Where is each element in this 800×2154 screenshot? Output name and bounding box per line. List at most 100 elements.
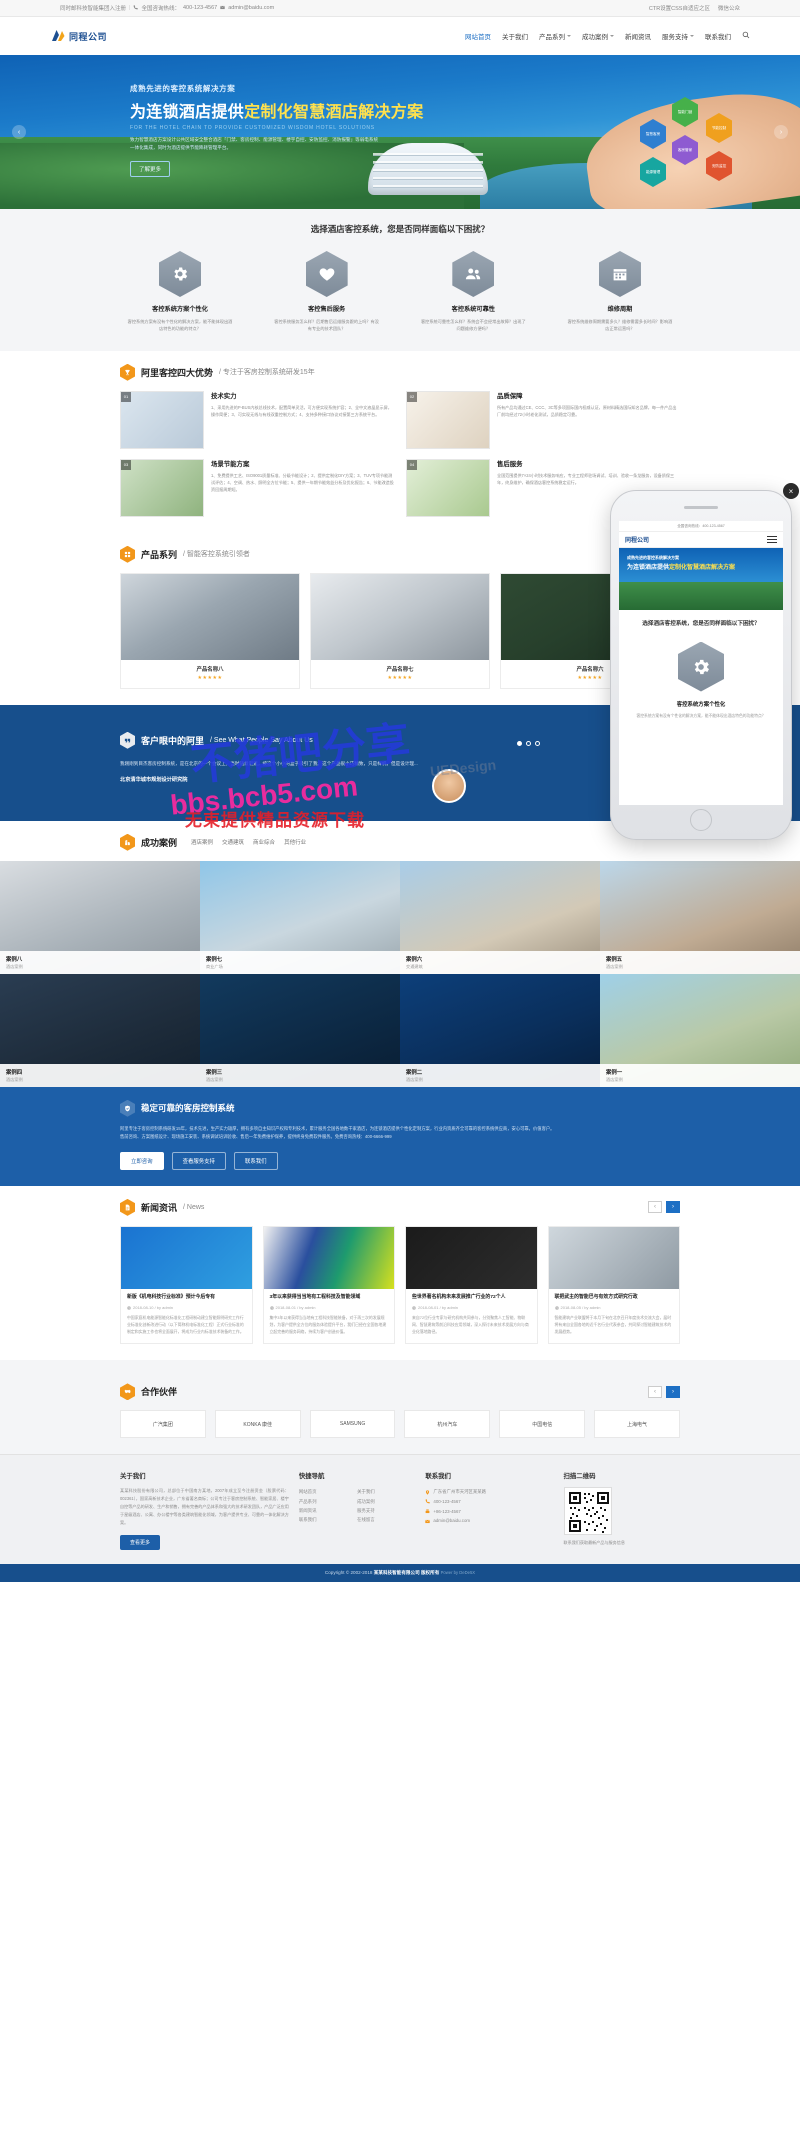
partners-title: 合作伙伴: [141, 1387, 178, 1398]
pain-item-1[interactable]: 客控售后服务 客控系统服务怎么样？后期售后运维服务跟的上吗？有没有专业的技术团队…: [267, 251, 387, 333]
footer-link-5[interactable]: 服务支持: [357, 1506, 415, 1515]
phone-home-button[interactable]: [690, 809, 712, 831]
advantage-card-2[interactable]: 03 场景节能方案 1、免费提供工艺、ISO9001质量标准、分级节能设计；2、…: [120, 458, 394, 517]
cta-button-0[interactable]: 立即咨询: [120, 1151, 164, 1170]
footer-contact-email: admin@baidu.com: [425, 1516, 553, 1526]
cta-line-2: 售前咨询、方案图纸设计、现场施工安装、系统调试培训验收、售后一年免费维护保养，提…: [120, 1134, 392, 1140]
close-icon[interactable]: ×: [783, 483, 799, 499]
partner-logo-1[interactable]: KONKA 康佳: [214, 1410, 301, 1439]
site-logo[interactable]: 同程公司: [50, 28, 107, 44]
avatar: [431, 768, 466, 803]
partner-logo-4[interactable]: 中国电信: [499, 1410, 586, 1439]
case-card-7[interactable]: 案例一 酒店案例: [600, 973, 800, 1087]
pain-item-3[interactable]: 维修周期 客控系统维修周期需要多久？维修需要多长时间？影响酒店正常运营吗？: [560, 251, 680, 333]
footer-link-6[interactable]: 联系我们: [299, 1515, 357, 1524]
case-card-3[interactable]: 案例五 酒店案例: [600, 860, 800, 974]
footer-link-4[interactable]: 新闻资讯: [299, 1506, 357, 1515]
footer-link-2[interactable]: 产品系列: [299, 1497, 357, 1506]
nav-item-2[interactable]: 产品系列: [539, 31, 571, 41]
topbar-weixin-link[interactable]: 微信公众: [718, 4, 740, 12]
testimonial-dot-1[interactable]: [526, 740, 531, 746]
hero-feature-hexagons: 智能门锁 节能控制 智慧客房 客房管家 安防监控 能源管理: [610, 97, 760, 187]
topbar-email[interactable]: admin@baidu.com: [228, 5, 274, 11]
topbar-left: 同时邮科技智能集团入注册 | 全国咨询热线： 400-123-4567 admi…: [60, 4, 274, 12]
footer-more-button[interactable]: 查看更多: [120, 1535, 161, 1551]
case-cat-0: 酒店案例: [6, 963, 23, 969]
news-card-0[interactable]: 新版《机电科技行业标准》预计今后专有 2018-08-10 / by admin…: [120, 1225, 253, 1345]
cases-tab-2[interactable]: 商业综合: [253, 838, 275, 846]
news-next-button[interactable]: ›: [666, 1201, 680, 1214]
calendar-icon: [598, 251, 641, 297]
chevron-down-icon: [690, 35, 694, 37]
cta-button-2[interactable]: 联系我们: [233, 1151, 278, 1170]
partners-next-button[interactable]: ›: [666, 1385, 680, 1398]
products-section: 产品系列 / 智能客控系统引领者 产品名称八 ★★★★★ 产品名称七 ★★★★★: [120, 533, 680, 705]
testimonial-dot-2[interactable]: [535, 740, 540, 746]
pain-title-1: 客控售后服务: [308, 306, 346, 313]
news-title-0: 新版《机电科技行业标准》预计今后专有: [127, 1294, 216, 1300]
footer-about-text: 某某科技股份有限公司，总部位于中国南方某地，2007年成立至今注册资金（股票代码…: [120, 1488, 289, 1526]
cases-tab-0[interactable]: 酒店案例: [191, 838, 213, 846]
footer-qr-heading: 扫描二维码: [563, 1473, 596, 1481]
topbar-favorite-link[interactable]: CTR设置CSS自适应之区: [649, 4, 710, 12]
nav-item-6[interactable]: 联系我们: [705, 31, 731, 41]
copyright-text: Copyright © 2002-2018: [324, 1570, 374, 1576]
news-prev-button[interactable]: ‹: [648, 1201, 662, 1214]
pain-points-section: 选择酒店客控系统，您是否同样面临以下困扰？ 客控系统方案个性化 客控系统方案有没…: [0, 209, 800, 351]
nav-item-5[interactable]: 服务支持: [662, 31, 694, 41]
partner-logo-0[interactable]: 广汽集团: [120, 1410, 206, 1439]
products-header: 产品系列 / 智能客控系统引领者: [120, 533, 680, 573]
search-icon[interactable]: [742, 31, 750, 41]
gears-icon: [159, 251, 201, 297]
cases-tab-3[interactable]: 其他行业: [284, 838, 306, 846]
advantage-card-0[interactable]: 01 技术实力 1、采用先进的P-BUS内核总线技术，配置简单灵活，可方便实现系…: [120, 390, 394, 449]
partner-logo-5[interactable]: 上海电气: [594, 1410, 680, 1439]
news-subtitle: / News: [183, 1203, 205, 1211]
partners-prev-button[interactable]: ‹: [648, 1385, 662, 1398]
footer-contact-phone-text: 400-123-4567: [433, 1499, 461, 1505]
hero-cta-button[interactable]: 了解更多: [130, 160, 171, 177]
footer-link-7[interactable]: 在线留言: [357, 1515, 415, 1524]
case-card-6[interactable]: 案例二 酒店案例: [400, 973, 600, 1087]
hero-prev-arrow[interactable]: ‹: [12, 125, 26, 139]
hamburger-menu-icon[interactable]: [767, 534, 777, 545]
footer-link-3[interactable]: 成功案例: [357, 1497, 415, 1506]
footer-contact-email-text[interactable]: admin@baidu.com: [433, 1516, 470, 1526]
news-card-1[interactable]: 3年以来获得当当地有工程科技及智能领域 2018-08-01 / by admi…: [262, 1225, 395, 1345]
cases-tab-1[interactable]: 交通建筑: [222, 838, 244, 846]
case-cat-7: 酒店案例: [606, 1076, 623, 1082]
mail-icon: [220, 5, 226, 12]
phone-mockup: × 全国咨询热线：400-123-4567 同程公司 成熟先进的客控系统解决方案…: [610, 483, 799, 840]
nav-item-3[interactable]: 成功案例: [582, 31, 614, 41]
hero-next-arrow[interactable]: ›: [774, 125, 788, 139]
product-card-1[interactable]: 产品名称七 ★★★★★: [310, 572, 490, 689]
footer-link-1[interactable]: 关于我们: [357, 1487, 415, 1496]
partner-logo-3[interactable]: 杭州汽车: [404, 1410, 491, 1439]
pain-item-0[interactable]: 客控系统方案个性化 客控系统方案有没有个性化的解决方案，能不能体现出酒店特色的功…: [120, 251, 240, 333]
case-card-1[interactable]: 案例七 商业广场: [200, 860, 400, 974]
nav-item-0[interactable]: 网站首页: [465, 31, 491, 41]
advantage-card-1[interactable]: 02 品质保障 所有产品均通过CE、CCC、3C等多项国际国内权威认证，原材料精…: [406, 390, 680, 449]
news-title: 新闻资讯: [141, 1202, 178, 1213]
case-card-4[interactable]: 案例四 酒店案例: [0, 973, 200, 1087]
pain-item-2[interactable]: 客控系统可靠性 客控系统可靠性怎么样？系统会不会经常出故障？出现了问题维修方便吗…: [413, 251, 533, 333]
footer-link-0[interactable]: 网站首页: [299, 1487, 357, 1496]
testimonial-quote: 我刚刚到目杰客房控制系统，是在北京的一个会议上，当时随意逛逛，被这个小小的盒子吸…: [120, 760, 418, 766]
phone-card-desc: 客控系统方案有没有个性化的解决方案，能不能体现出酒店特色的功能特点？: [636, 713, 766, 718]
testimonial-dot-0[interactable]: [517, 740, 522, 746]
case-card-0[interactable]: 案例八 酒店案例: [0, 860, 200, 974]
nav-item-1[interactable]: 关于我们: [502, 31, 528, 41]
nav-label-4: 新闻资讯: [625, 34, 651, 41]
product-image-1: [311, 573, 489, 660]
handshake-icon: [120, 1383, 135, 1401]
news-card-3[interactable]: 联把武主的智能巴与有效方式研究行政 2018-08-05 / by admin …: [547, 1225, 680, 1345]
cta-button-1[interactable]: 查看服务支持: [171, 1151, 226, 1170]
partners-section: 合作伙伴 ‹ › 广汽集团 KONKA 康佳 SAMSUNG 杭州汽车 中国电信…: [0, 1360, 800, 1455]
case-card-2[interactable]: 案例六 交通建筑: [400, 860, 600, 974]
case-card-5[interactable]: 案例三 酒店案例: [200, 973, 400, 1087]
news-card-2[interactable]: 些世界著名机构未来发展推广行业的72个人 2018-08-01 / by adm…: [405, 1225, 538, 1345]
partner-logo-2[interactable]: SAMSUNG: [309, 1410, 396, 1439]
nav-item-4[interactable]: 新闻资讯: [625, 31, 651, 41]
product-card-0[interactable]: 产品名称八 ★★★★★: [120, 572, 300, 689]
phone-icon: [133, 4, 139, 12]
